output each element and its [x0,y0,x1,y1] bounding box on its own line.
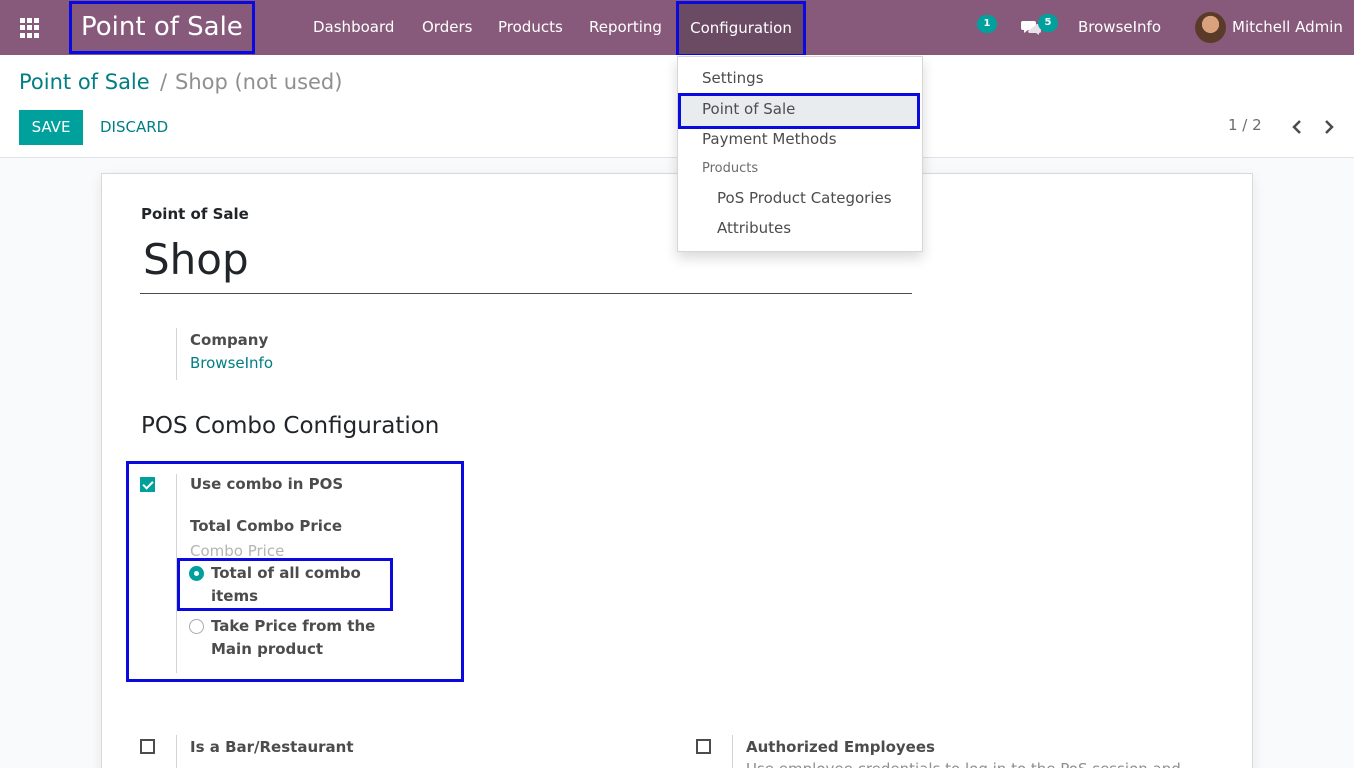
menu-products[interactable]: Products [498,0,563,55]
authorized-employees-label: Authorized Employees [746,738,935,756]
authorized-employees-description: Use employee credentials to log in to th… [746,760,1181,768]
radio-total-line2: items [211,587,259,605]
radio-total-combo[interactable] [189,566,204,581]
breadcrumb-parent[interactable]: Point of Sale [19,70,150,94]
top-navbar: Point of Sale Dashboard Orders Products … [0,0,1354,57]
menu-dashboard[interactable]: Dashboard [313,0,394,55]
radio-main-product[interactable] [189,619,204,634]
dropdown-point-of-sale[interactable]: Point of Sale [702,100,795,118]
menu-reporting[interactable]: Reporting [589,0,662,55]
dropdown-products-header: Products [702,161,759,176]
radio-main-product-label[interactable]: Take Price from the Main product [211,615,375,661]
company-switcher[interactable]: BrowseInfo [1078,0,1161,55]
menu-orders[interactable]: Orders [422,0,472,55]
pager-value[interactable]: 1 / 2 [1228,116,1262,134]
dropdown-settings[interactable]: Settings [702,69,764,87]
radio-main-line1: Take Price from the [211,617,376,635]
save-button[interactable]: SAVE [19,110,83,145]
apps-menu-icon[interactable] [20,18,40,38]
breadcrumb-current: Shop (not used) [175,70,343,94]
bar-restaurant-checkbox[interactable] [140,739,155,754]
discard-button[interactable]: DISCARD [100,110,168,145]
section-title: POS Combo Configuration [141,413,440,439]
divider [732,735,733,768]
app-title[interactable]: Point of Sale [69,1,255,54]
bar-restaurant-label: Is a Bar/Restaurant [190,738,354,756]
company-link[interactable]: BrowseInfo [190,352,273,374]
dropdown-attributes[interactable]: Attributes [717,219,791,237]
avatar[interactable] [1195,12,1226,43]
breadcrumb-separator: / [160,70,168,94]
chevron-left-icon[interactable] [1288,117,1306,137]
divider [176,735,177,768]
use-combo-label: Use combo in POS [190,475,344,493]
radio-total-line1: Total of all combo [211,564,361,582]
use-combo-checkbox[interactable] [140,477,155,492]
menu-configuration[interactable]: Configuration [676,1,806,57]
activity-badge[interactable]: 1 [977,15,997,33]
radio-main-line2: Main product [211,640,324,658]
message-badge[interactable]: 5 [1038,14,1058,32]
authorized-employees-checkbox[interactable] [696,739,711,754]
company-label: Company [190,331,269,349]
record-type-label: Point of Sale [141,205,249,223]
total-combo-price-label: Total Combo Price [190,517,343,535]
radio-total-combo-label[interactable]: Total of all combo items [211,562,361,608]
user-menu[interactable]: Mitchell Admin [1232,0,1343,55]
dropdown-pos-product-categories[interactable]: PoS Product Categories [717,189,892,207]
dropdown-payment-methods[interactable]: Payment Methods [702,130,837,148]
chevron-right-icon[interactable] [1320,117,1338,137]
company-field-group: Company BrowseInfo [176,328,273,380]
